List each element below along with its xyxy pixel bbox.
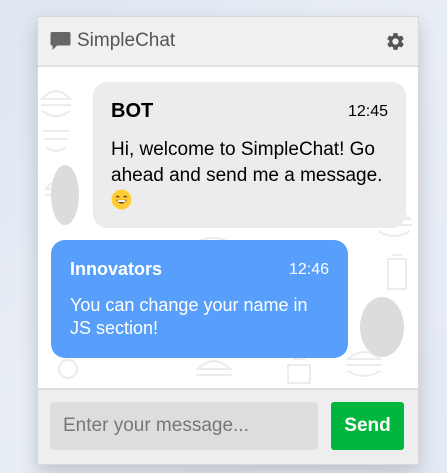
- message-text: Hi, welcome to SimpleChat! Go ahead and …: [111, 137, 388, 218]
- chat-window: SimpleChat BOT 12:45 Hi, welcome to Simp…: [37, 16, 419, 465]
- gear-icon[interactable]: [385, 31, 406, 52]
- header-title: SimpleChat: [50, 30, 175, 52]
- message-text-content: Hi, welcome to SimpleChat! Go ahead and …: [111, 139, 383, 186]
- message-time: 12:46: [288, 260, 329, 278]
- bot-avatar: [51, 165, 79, 225]
- message-input[interactable]: [50, 402, 318, 450]
- chat-message-area[interactable]: BOT 12:45 Hi, welcome to SimpleChat! Go …: [38, 69, 418, 386]
- message-sender-name: BOT: [111, 100, 154, 122]
- user-message-bubble: Innovators 12:46 You can change your nam…: [51, 240, 348, 358]
- message-input-bar: Send: [38, 388, 418, 464]
- message-header: Innovators 12:46: [70, 259, 329, 280]
- message-sender-name: Innovators: [70, 259, 163, 279]
- message-header: BOT 12:45: [111, 100, 388, 123]
- bot-message-bubble: BOT 12:45 Hi, welcome to SimpleChat! Go …: [93, 82, 406, 228]
- chat-header: SimpleChat: [38, 17, 418, 67]
- app-title: SimpleChat: [77, 30, 176, 51]
- chat-bubble-icon: [50, 31, 71, 51]
- grinning-face-emoji: [111, 189, 132, 218]
- send-button[interactable]: Send: [331, 402, 404, 450]
- user-avatar: [360, 297, 404, 357]
- message-text: You can change your name in JS section!: [70, 295, 308, 338]
- message-time: 12:45: [347, 102, 388, 120]
